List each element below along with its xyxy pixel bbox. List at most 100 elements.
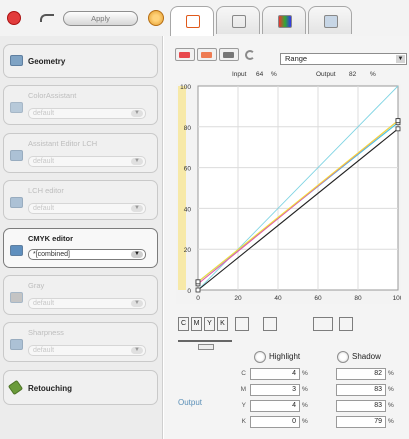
module-title: Geometry	[28, 57, 66, 66]
tab-levels[interactable]	[216, 6, 260, 34]
eyedropper-button[interactable]	[219, 48, 239, 61]
x-tick-label: 60	[314, 295, 322, 302]
curve-control-point[interactable]	[195, 279, 201, 285]
module-preset-select: default ▼	[28, 156, 146, 167]
select-value: default	[33, 347, 55, 354]
percent-label: %	[302, 418, 308, 425]
levels-tab-icon	[232, 15, 246, 28]
percent-label: %	[302, 386, 308, 393]
chevron-down-icon: ▼	[131, 251, 143, 258]
input-label: Input	[232, 71, 247, 78]
save-icon[interactable]	[339, 317, 353, 331]
module-title: ColorAssistant	[28, 91, 77, 100]
chevron-down-icon: ▼	[131, 205, 143, 212]
module-preset-select: default ▼	[28, 108, 146, 119]
input-unit: %	[271, 71, 277, 78]
tab-image[interactable]	[308, 6, 352, 34]
chevron-down-icon: ▼	[131, 110, 143, 117]
module-sharpness[interactable]: Sharpness default ▼	[3, 322, 158, 362]
x-tick-label: 40	[274, 295, 282, 302]
cmyk-editor-icon	[10, 245, 23, 256]
gray-icon	[10, 292, 23, 303]
refresh-icon[interactable]	[245, 50, 255, 60]
channel-letter: C	[241, 370, 246, 377]
percent-label: %	[388, 418, 394, 425]
select-value: default	[33, 158, 55, 165]
module-title: LCH editor	[28, 186, 64, 195]
shadow-input[interactable]: 82	[336, 368, 386, 380]
slider-track[interactable]	[178, 340, 232, 342]
undo-icon[interactable]	[40, 14, 54, 22]
x-tick-label: 20	[234, 295, 242, 302]
sharpness-icon	[10, 339, 23, 350]
retouching-icon	[7, 379, 24, 396]
chevron-down-icon: ▼	[131, 300, 143, 307]
highlight-input[interactable]: 4	[250, 368, 300, 380]
channel-c-button[interactable]: C	[178, 317, 189, 331]
module-cmyk-editor[interactable]: CMYK editor *[combined] ▼	[3, 228, 158, 268]
shadow-input[interactable]: 79	[336, 416, 386, 428]
shadow-radio[interactable]	[337, 351, 349, 363]
highlight-input[interactable]: 0	[250, 416, 300, 428]
curve-type-button[interactable]	[313, 317, 333, 331]
select-value: default	[33, 300, 55, 307]
settings-icon[interactable]	[148, 10, 164, 26]
channel-letter: K	[241, 418, 246, 425]
close-icon[interactable]	[7, 11, 21, 25]
percent-label: %	[302, 402, 308, 409]
top-toolbar: Apply	[0, 0, 409, 36]
highlight-input[interactable]: 3	[250, 384, 300, 396]
select-value: default	[33, 205, 55, 212]
histogram-button[interactable]	[235, 317, 249, 331]
input-value: 64	[256, 71, 264, 78]
lch-editor-icon	[10, 197, 23, 208]
select-value: *[combined]	[33, 251, 70, 258]
channel-letter: Y	[241, 402, 246, 409]
module-gray[interactable]: Gray default ▼	[3, 275, 158, 315]
tab-color[interactable]	[262, 6, 306, 34]
slider-handle[interactable]	[198, 344, 214, 350]
curve-tab-icon	[186, 15, 200, 28]
pick-channel-button[interactable]	[197, 48, 217, 61]
curve-control-point[interactable]	[395, 118, 401, 124]
chevron-down-icon: ▼	[131, 158, 143, 165]
channel-m-button[interactable]: M	[191, 317, 202, 331]
module-preset-select: default ▼	[28, 203, 146, 214]
shadow-label: Shadow	[352, 352, 381, 361]
chevron-down-icon: ▼	[396, 55, 405, 63]
tab-curves[interactable]	[170, 6, 214, 36]
channel-y-button[interactable]: Y	[204, 317, 215, 331]
channel-letter: M	[240, 386, 246, 393]
curve-control-point[interactable]	[195, 287, 201, 293]
module-title: Retouching	[28, 384, 72, 393]
highlight-input[interactable]: 4	[250, 400, 300, 412]
range-select[interactable]: Range ▼	[280, 53, 407, 65]
highlight-radio[interactable]	[254, 351, 266, 363]
module-lch-editor[interactable]: LCH editor default ▼	[3, 180, 158, 220]
select-value: default	[33, 110, 55, 117]
module-color-assistant[interactable]: ColorAssistant default ▼	[3, 85, 158, 125]
percent-label: %	[388, 402, 394, 409]
pencil-icon[interactable]	[363, 317, 377, 331]
y-tick-label: 60	[184, 166, 192, 173]
module-assistant-editor[interactable]: Assistant Editor LCH default ▼	[3, 133, 158, 173]
channel-k-button[interactable]: K	[217, 317, 228, 331]
chevron-down-icon: ▼	[131, 347, 143, 354]
apply-button[interactable]: Apply	[63, 11, 138, 26]
module-preset-select: default ▼	[28, 345, 146, 356]
shadow-input[interactable]: 83	[336, 384, 386, 396]
cmyk-preset-select[interactable]: *[combined] ▼	[28, 249, 146, 260]
shadow-input[interactable]: 83	[336, 400, 386, 412]
module-geometry[interactable]: Geometry	[3, 44, 158, 78]
color-assistant-icon	[10, 102, 23, 113]
grid-button[interactable]	[263, 317, 277, 331]
x-tick-label: 0	[196, 295, 200, 302]
image-tab-icon	[324, 15, 338, 28]
percent-label: %	[388, 386, 394, 393]
curve-control-point[interactable]	[395, 126, 401, 132]
y-tick-label: 40	[184, 206, 192, 213]
cmyk-channel-button[interactable]	[175, 48, 195, 61]
tone-curve-graph[interactable]: 100 80 60 40 20 0 0 20 40 60 80 100	[176, 84, 401, 304]
module-retouching[interactable]: Retouching	[3, 370, 158, 405]
module-title: Assistant Editor LCH	[28, 139, 98, 148]
